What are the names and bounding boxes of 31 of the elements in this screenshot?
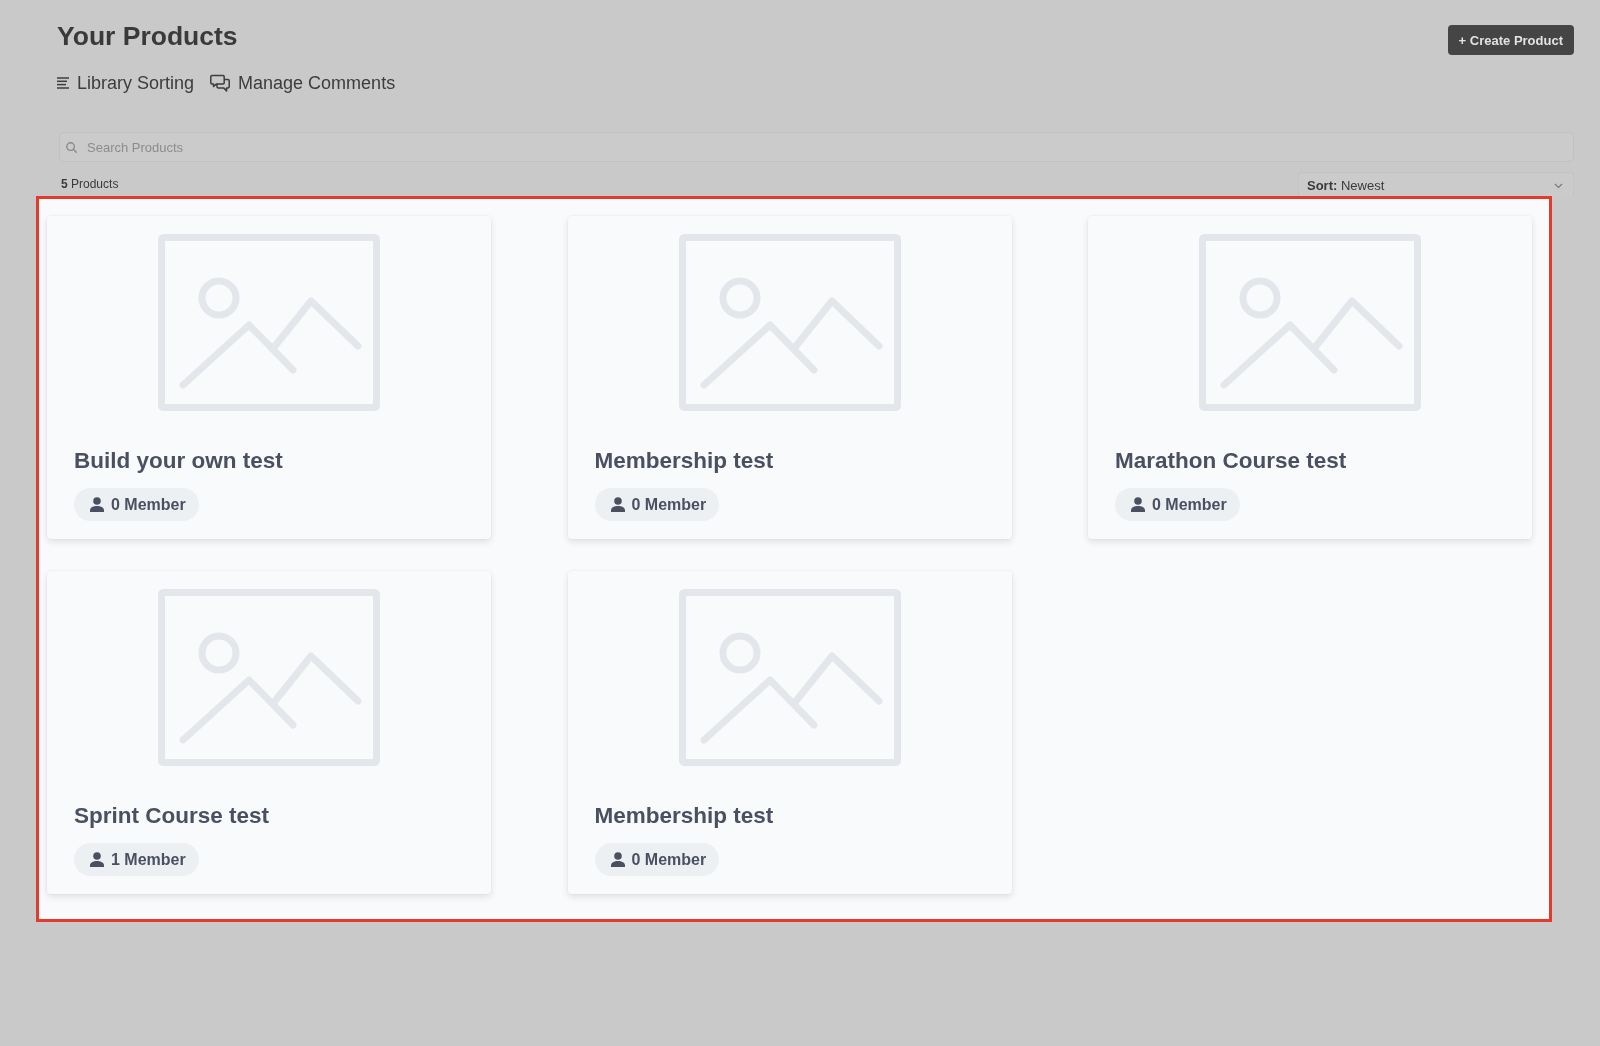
person-icon <box>90 852 104 867</box>
product-count: 5 Products <box>61 177 119 191</box>
person-icon <box>610 497 625 512</box>
person-icon <box>1131 497 1145 512</box>
product-card[interactable]: Membership test 0 Member <box>567 216 1012 539</box>
person-icon <box>610 852 625 867</box>
product-card[interactable]: Membership test 0 Member <box>567 571 1012 894</box>
product-title: Marathon Course test <box>1115 447 1348 475</box>
chat-bubbles-icon <box>210 74 231 92</box>
product-card[interactable]: Marathon Course test 0 Member <box>1088 216 1532 539</box>
member-count: 1 Member <box>111 849 186 870</box>
member-count: 0 Member <box>631 494 707 515</box>
member-count: 0 Member <box>111 494 186 515</box>
search-icon <box>66 141 77 153</box>
member-count: 0 Member <box>1152 494 1227 515</box>
product-title: Membership test <box>594 447 775 475</box>
product-title: Build your own test <box>74 447 284 475</box>
chevron-icon <box>1554 182 1563 189</box>
page-title: Your Products <box>57 20 238 52</box>
product-card[interactable]: Build your own test 0 Member <box>47 216 491 539</box>
create-product-button[interactable]: + Create Product <box>1447 25 1574 55</box>
sort-dropdown[interactable]: Sort: Newest <box>1298 172 1574 196</box>
toolbar-link[interactable]: Library Sorting <box>57 71 195 95</box>
product-card[interactable]: Sprint Course test 1 Member <box>47 571 491 894</box>
toolbar-link[interactable]: Manage Comments <box>210 71 396 95</box>
person-icon <box>90 497 104 512</box>
lines-icon <box>57 77 69 89</box>
product-title: Membership test <box>594 802 775 830</box>
member-count: 0 Member <box>631 849 707 870</box>
product-title: Sprint Course test <box>74 802 271 830</box>
search-field[interactable]: Search Products <box>59 132 1574 162</box>
